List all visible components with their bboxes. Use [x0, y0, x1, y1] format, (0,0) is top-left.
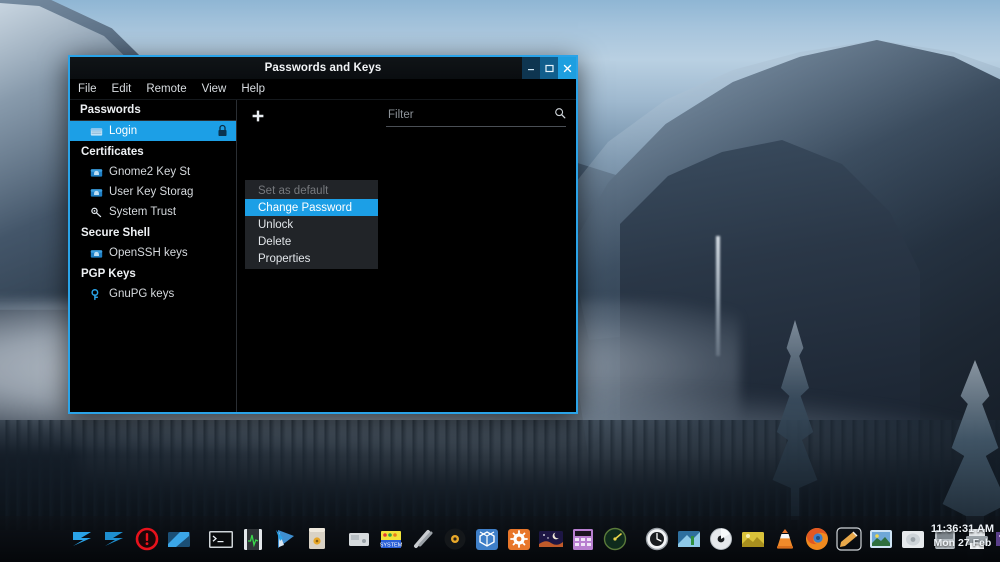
photo-app-icon[interactable] [866, 524, 896, 554]
content-toolbar [237, 100, 576, 132]
system-info-icon[interactable]: SYSTEM [376, 524, 406, 554]
menu-file[interactable]: File [76, 82, 99, 96]
keyring-icon [90, 125, 103, 138]
terminal-icon[interactable] [206, 524, 236, 554]
keyring-icon [90, 247, 103, 260]
sidebar-item-label: GnuPG keys [109, 288, 174, 300]
keyring-icon [90, 186, 103, 199]
menu-remote[interactable]: Remote [144, 82, 188, 96]
context-menu-item-unlock[interactable]: Unlock [245, 216, 378, 233]
window-controls [522, 57, 576, 79]
virtualbox-icon[interactable] [472, 524, 502, 554]
sidebar-item-label: OpenSSH keys [109, 247, 188, 259]
menu-view[interactable]: View [200, 82, 229, 96]
printer-icon[interactable] [962, 524, 992, 554]
package-manager-icon[interactable] [302, 524, 332, 554]
sidebar-item-openssh-keys[interactable]: OpenSSH keys [70, 243, 236, 263]
calculator-icon[interactable] [568, 524, 598, 554]
sidebar-item-login[interactable]: Login [70, 121, 236, 141]
zorin-menu-icon[interactable] [68, 524, 98, 554]
filter-field[interactable] [386, 106, 566, 127]
system-monitor-icon[interactable] [238, 524, 268, 554]
lock-icon [217, 124, 228, 140]
tools-icon[interactable] [408, 524, 438, 554]
firefox-icon[interactable] [802, 524, 832, 554]
sidebar-item-gnupg-keys[interactable]: GnuPG keys [70, 284, 236, 304]
menu-bar: File Edit Remote View Help [70, 79, 576, 100]
archive-manager-icon[interactable] [344, 524, 374, 554]
cursor-editor-icon[interactable] [270, 524, 300, 554]
file-manager-icon[interactable] [898, 524, 928, 554]
pgp-key-icon [90, 288, 103, 301]
search-input[interactable] [386, 109, 554, 121]
wallpaper-forest [0, 420, 1000, 530]
key-search-icon [90, 206, 103, 219]
gauge-icon[interactable] [600, 524, 630, 554]
context-menu-item-change-password[interactable]: Change Password [245, 199, 378, 216]
sidebar-item-label: Gnome2 Key St [109, 166, 190, 178]
sidebar-group-pgp-keys: PGP Keys [70, 263, 236, 284]
sidebar-item-system-trust[interactable]: System Trust [70, 202, 236, 222]
svg-text:SYSTEM: SYSTEM [380, 543, 403, 549]
context-menu: Set as default Change Password Unlock De… [245, 180, 378, 269]
search-icon[interactable] [554, 106, 566, 124]
sidebar-item-label: User Key Storag [109, 186, 193, 198]
add-item-button[interactable] [249, 107, 267, 125]
disc-burner-icon[interactable] [440, 524, 470, 554]
zorin-apps-icon[interactable] [100, 524, 130, 554]
night-wallpaper-icon[interactable] [536, 524, 566, 554]
window-title: Passwords and Keys [265, 62, 382, 74]
context-menu-item-delete[interactable]: Delete [245, 233, 378, 250]
keyring-icon [90, 166, 103, 179]
desktop-icon[interactable] [164, 524, 194, 554]
passwords-and-keys-window: Passwords and Keys File Edit Remote View… [68, 55, 578, 414]
keyring-item-list [237, 132, 576, 412]
sidebar-header-passwords: Passwords [70, 100, 236, 121]
recording-indicator-icon[interactable] [132, 524, 162, 554]
menu-edit[interactable]: Edit [110, 82, 134, 96]
vlc-icon[interactable] [770, 524, 800, 554]
sidebar-item-user-key-storage[interactable]: User Key Storag [70, 182, 236, 202]
sidebar-item-label: Login [109, 125, 137, 137]
sidebar-item-gnome2-key-storage[interactable]: Gnome2 Key St [70, 162, 236, 182]
context-menu-item-set-as-default: Set as default [245, 182, 378, 199]
disk-utility-icon[interactable] [930, 524, 960, 554]
settings-icon[interactable] [504, 524, 534, 554]
image-viewer-icon[interactable] [738, 524, 768, 554]
window-titlebar[interactable]: Passwords and Keys [70, 57, 576, 79]
context-menu-item-properties[interactable]: Properties [245, 250, 378, 267]
sidebar-item-label: System Trust [109, 206, 176, 218]
desktop: Passwords and Keys File Edit Remote View… [0, 0, 1000, 562]
keyring-sidebar: Passwords Login [70, 100, 237, 412]
notes-icon[interactable] [834, 524, 864, 554]
maximize-button[interactable] [540, 57, 558, 79]
close-button[interactable] [558, 57, 576, 79]
sidebar-group-certificates: Certificates [70, 141, 236, 162]
minimize-button[interactable] [522, 57, 540, 79]
cd-drive-icon[interactable] [706, 524, 736, 554]
sidebar-group-secure-shell: Secure Shell [70, 222, 236, 243]
clock-icon[interactable] [642, 524, 672, 554]
workspace-switcher-icon[interactable]: 1 [994, 524, 1000, 554]
chart-viewer-icon[interactable] [674, 524, 704, 554]
workspace-number: 1 [994, 524, 1000, 554]
menu-help[interactable]: Help [239, 82, 267, 96]
taskbar-dock: SYSTEM [0, 516, 1000, 562]
